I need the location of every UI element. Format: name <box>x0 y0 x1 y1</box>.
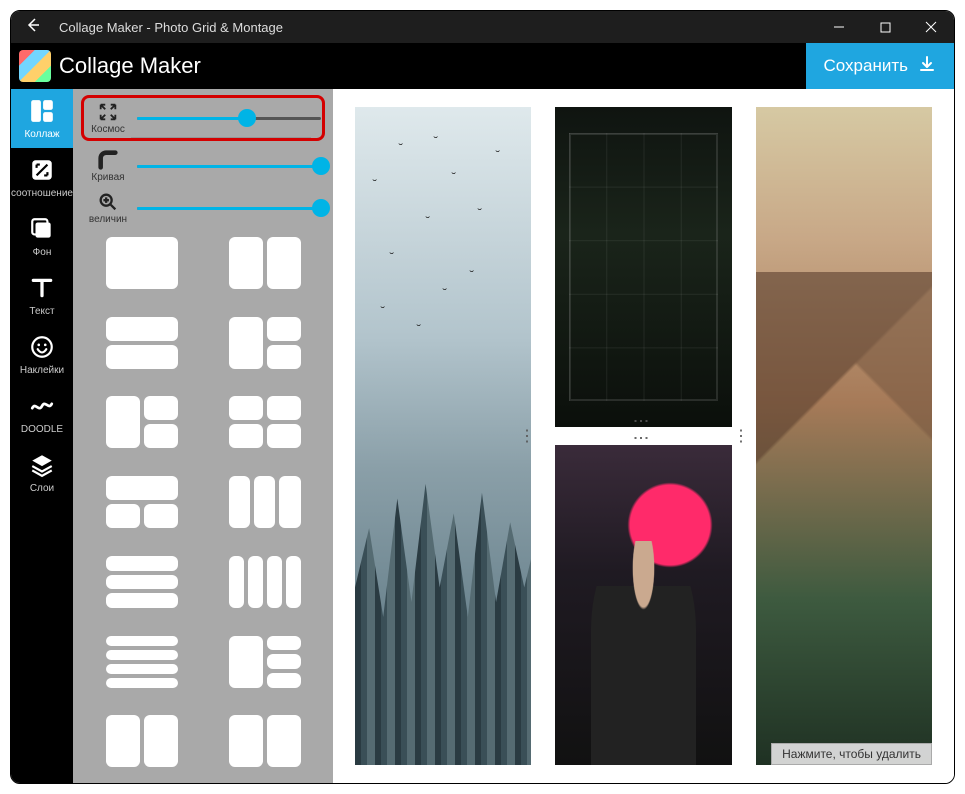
slider-thumb[interactable] <box>312 157 330 175</box>
download-icon <box>918 55 936 78</box>
slider-curve[interactable]: Кривая <box>73 143 333 185</box>
app-window: Collage Maker - Photo Grid & Montage Col… <box>10 10 955 784</box>
title-bar: Collage Maker - Photo Grid & Montage <box>11 11 954 43</box>
layout-template[interactable] <box>229 476 301 528</box>
text-icon <box>28 274 56 302</box>
resize-handle-vertical[interactable]: ⋮ <box>519 429 536 445</box>
slider-track[interactable] <box>137 117 321 120</box>
layout-template[interactable] <box>229 636 301 688</box>
sidebar-item-label: Слои <box>30 483 54 494</box>
layout-template[interactable] <box>106 556 178 608</box>
sidebar-item-background[interactable]: Фон <box>11 207 73 266</box>
collage-panel: Космос Кривая <box>73 89 333 783</box>
sidebar-item-label: Наклейки <box>20 365 64 376</box>
slider-track[interactable] <box>137 207 321 210</box>
app-logo-text: Collage Maker <box>59 53 201 79</box>
layout-template[interactable] <box>106 317 178 369</box>
resize-handle-vertical[interactable]: ⋮ <box>733 429 750 445</box>
layout-templates <box>73 227 333 781</box>
save-button-label: Сохранить <box>824 56 908 76</box>
collage-cell[interactable] <box>756 107 932 765</box>
collage-canvas: ˇˇˇ ˇˇˇ ˇˇˇ ˇˇˇ ⋮ ⋮ ⋮⋮ На <box>333 89 954 783</box>
header-bar: Collage Maker Сохранить <box>11 43 954 89</box>
layout-template[interactable] <box>229 715 301 767</box>
sidebar-item-label: Коллаж <box>24 129 59 140</box>
slider-track[interactable] <box>137 165 321 168</box>
minimize-icon <box>833 21 845 33</box>
layout-template[interactable] <box>106 715 178 767</box>
slider-zoom[interactable]: величин <box>73 185 333 227</box>
sidebar-item-collage[interactable]: Коллаж <box>11 89 73 148</box>
slider-thumb[interactable] <box>312 199 330 217</box>
app-logo-icon <box>19 50 51 82</box>
slider-space[interactable]: Космос <box>73 89 333 137</box>
layout-template[interactable] <box>106 396 178 448</box>
zoom-icon <box>97 191 119 213</box>
window-title: Collage Maker - Photo Grid & Montage <box>55 20 816 35</box>
sidebar-item-label: Фон <box>33 247 52 258</box>
layout-template[interactable] <box>229 237 301 289</box>
maximize-icon <box>880 22 891 33</box>
sidebar-item-doodle[interactable]: DOODLE <box>11 384 73 443</box>
sticker-icon <box>28 333 56 361</box>
slider-thumb[interactable] <box>238 109 256 127</box>
maximize-button[interactable] <box>862 11 908 43</box>
hint-tooltip[interactable]: Нажмите, чтобы удалить <box>771 743 932 765</box>
close-icon <box>925 21 937 33</box>
layout-template[interactable] <box>106 476 178 528</box>
resize-handle-horizontal[interactable]: ⋮⋮ <box>632 413 648 447</box>
slider-label: величин <box>89 214 127 225</box>
layout-template[interactable] <box>106 636 178 688</box>
ratio-icon <box>28 156 56 184</box>
layout-template[interactable] <box>229 396 301 448</box>
collage-cell[interactable] <box>555 445 731 765</box>
arrow-left-icon <box>25 17 41 33</box>
expand-icon <box>97 101 119 123</box>
collage-cell[interactable] <box>555 107 731 427</box>
collage-cell[interactable]: ˇˇˇ ˇˇˇ ˇˇˇ ˇˇˇ <box>355 107 531 765</box>
sidebar: Коллаж соотношение Фон Текст Наклейки DO… <box>11 89 73 783</box>
layout-template[interactable] <box>229 317 301 369</box>
save-button[interactable]: Сохранить <box>806 43 954 89</box>
collage-icon <box>28 97 56 125</box>
back-button[interactable] <box>11 17 55 37</box>
sidebar-item-stickers[interactable]: Наклейки <box>11 325 73 384</box>
doodle-icon <box>28 392 56 420</box>
sidebar-item-ratio[interactable]: соотношение <box>11 148 73 207</box>
layers-icon <box>28 451 56 479</box>
main-area: Коллаж соотношение Фон Текст Наклейки DO… <box>11 89 954 783</box>
layout-template[interactable] <box>229 556 301 608</box>
background-icon <box>28 215 56 243</box>
sidebar-item-label: соотношение <box>11 188 73 199</box>
slider-label: Кривая <box>91 172 124 183</box>
sidebar-item-layers[interactable]: Слои <box>11 443 73 502</box>
corner-icon <box>97 149 119 171</box>
minimize-button[interactable] <box>816 11 862 43</box>
layout-template[interactable] <box>106 237 178 289</box>
sidebar-item-label: Текст <box>29 306 54 317</box>
sidebar-item-label: DOODLE <box>21 424 63 435</box>
close-button[interactable] <box>908 11 954 43</box>
sidebar-item-text[interactable]: Текст <box>11 266 73 325</box>
slider-label: Космос <box>91 124 125 135</box>
